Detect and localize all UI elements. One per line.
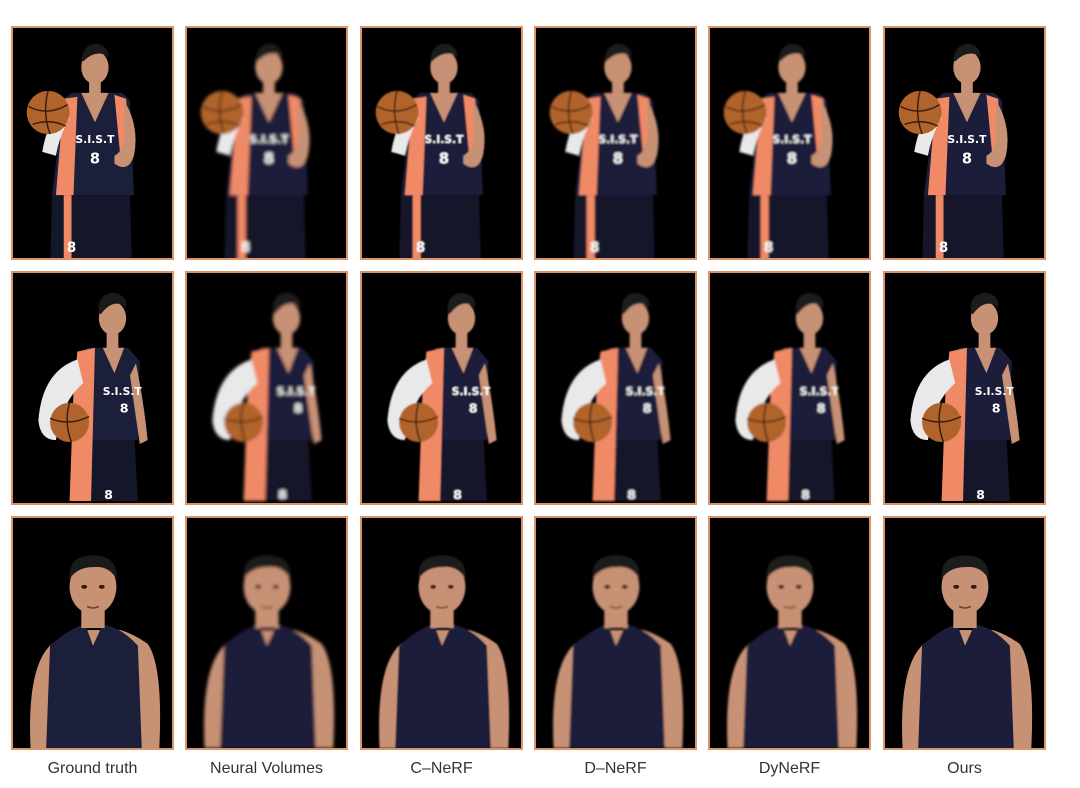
svg-text:8: 8 <box>627 487 636 502</box>
panel-full-body-dribbling-5: S.I.S.T 8 8 <box>708 26 871 260</box>
svg-text:8: 8 <box>416 240 425 256</box>
svg-text:8: 8 <box>294 401 303 416</box>
svg-text:8: 8 <box>787 151 797 168</box>
panel-full-body-dribbling-4: S.I.S.T 8 8 <box>534 26 697 260</box>
panel-full-body-dribbling-2: S.I.S.T 8 8 <box>185 26 348 260</box>
svg-text:S.I.S.T: S.I.S.T <box>975 385 1015 398</box>
svg-text:8: 8 <box>643 401 652 416</box>
svg-text:8: 8 <box>817 401 826 416</box>
svg-text:8: 8 <box>764 240 773 256</box>
panel-full-body-dribbling-6: S.I.S.T 8 8 <box>883 26 1046 260</box>
svg-text:S.I.S.T: S.I.S.T <box>452 385 492 398</box>
svg-text:S.I.S.T: S.I.S.T <box>103 385 143 398</box>
svg-text:8: 8 <box>801 487 810 502</box>
svg-text:8: 8 <box>469 401 478 416</box>
panel-close-up-upper-body-5 <box>708 516 871 750</box>
panel-close-up-upper-body-2 <box>185 516 348 750</box>
column-label: Ground truth <box>47 760 138 777</box>
svg-text:8: 8 <box>104 487 113 502</box>
svg-text:8: 8 <box>613 151 623 168</box>
panel-full-body-dribbling-1: S.I.S.T 8 8 <box>11 26 174 260</box>
svg-text:S.I.S.T: S.I.S.T <box>800 385 840 398</box>
panel-side-holding-ball-1: S.I.S.T 8 8 <box>11 271 174 505</box>
svg-text:S.I.S.T: S.I.S.T <box>277 385 317 398</box>
column-label: Neural Volumes <box>210 760 323 777</box>
panel-close-up-upper-body-3 <box>360 516 523 750</box>
svg-text:8: 8 <box>90 151 100 168</box>
column-label: DyNeRF <box>758 760 821 777</box>
svg-text:S.I.S.T: S.I.S.T <box>424 133 464 146</box>
svg-text:8: 8 <box>120 401 129 416</box>
panel-side-holding-ball-4: S.I.S.T 8 8 <box>534 271 697 505</box>
svg-text:8: 8 <box>962 151 972 168</box>
svg-text:8: 8 <box>241 240 250 256</box>
column-label: C–NeRF <box>410 760 473 777</box>
svg-text:8: 8 <box>439 151 449 168</box>
svg-text:8: 8 <box>939 240 948 256</box>
svg-text:8: 8 <box>590 240 599 256</box>
svg-text:8: 8 <box>453 487 462 502</box>
panel-side-holding-ball-6: S.I.S.T 8 8 <box>883 271 1046 505</box>
svg-text:S.I.S.T: S.I.S.T <box>598 133 638 146</box>
svg-text:S.I.S.T: S.I.S.T <box>626 385 666 398</box>
svg-text:8: 8 <box>67 240 76 256</box>
svg-text:S.I.S.T: S.I.S.T <box>947 133 987 146</box>
column-label: D–NeRF <box>584 760 647 777</box>
svg-text:S.I.S.T: S.I.S.T <box>772 133 812 146</box>
panel-full-body-dribbling-3: S.I.S.T 8 8 <box>360 26 523 260</box>
svg-text:8: 8 <box>992 401 1001 416</box>
svg-text:S.I.S.T: S.I.S.T <box>75 133 115 146</box>
svg-text:S.I.S.T: S.I.S.T <box>249 133 289 146</box>
svg-text:8: 8 <box>278 487 287 502</box>
svg-text:8: 8 <box>264 151 274 168</box>
panel-close-up-upper-body-1 <box>11 516 174 750</box>
panel-side-holding-ball-3: S.I.S.T 8 8 <box>360 271 523 505</box>
panel-close-up-upper-body-6 <box>883 516 1046 750</box>
comparison-figure: S.I.S.T 8 8 S.I.S.T 8 8 S.I.S.T 8 8 S.I.… <box>0 0 1080 788</box>
panel-side-holding-ball-2: S.I.S.T 8 8 <box>185 271 348 505</box>
svg-text:8: 8 <box>976 487 985 502</box>
panel-side-holding-ball-5: S.I.S.T 8 8 <box>708 271 871 505</box>
column-label: Ours <box>947 760 982 777</box>
panel-close-up-upper-body-4 <box>534 516 697 750</box>
